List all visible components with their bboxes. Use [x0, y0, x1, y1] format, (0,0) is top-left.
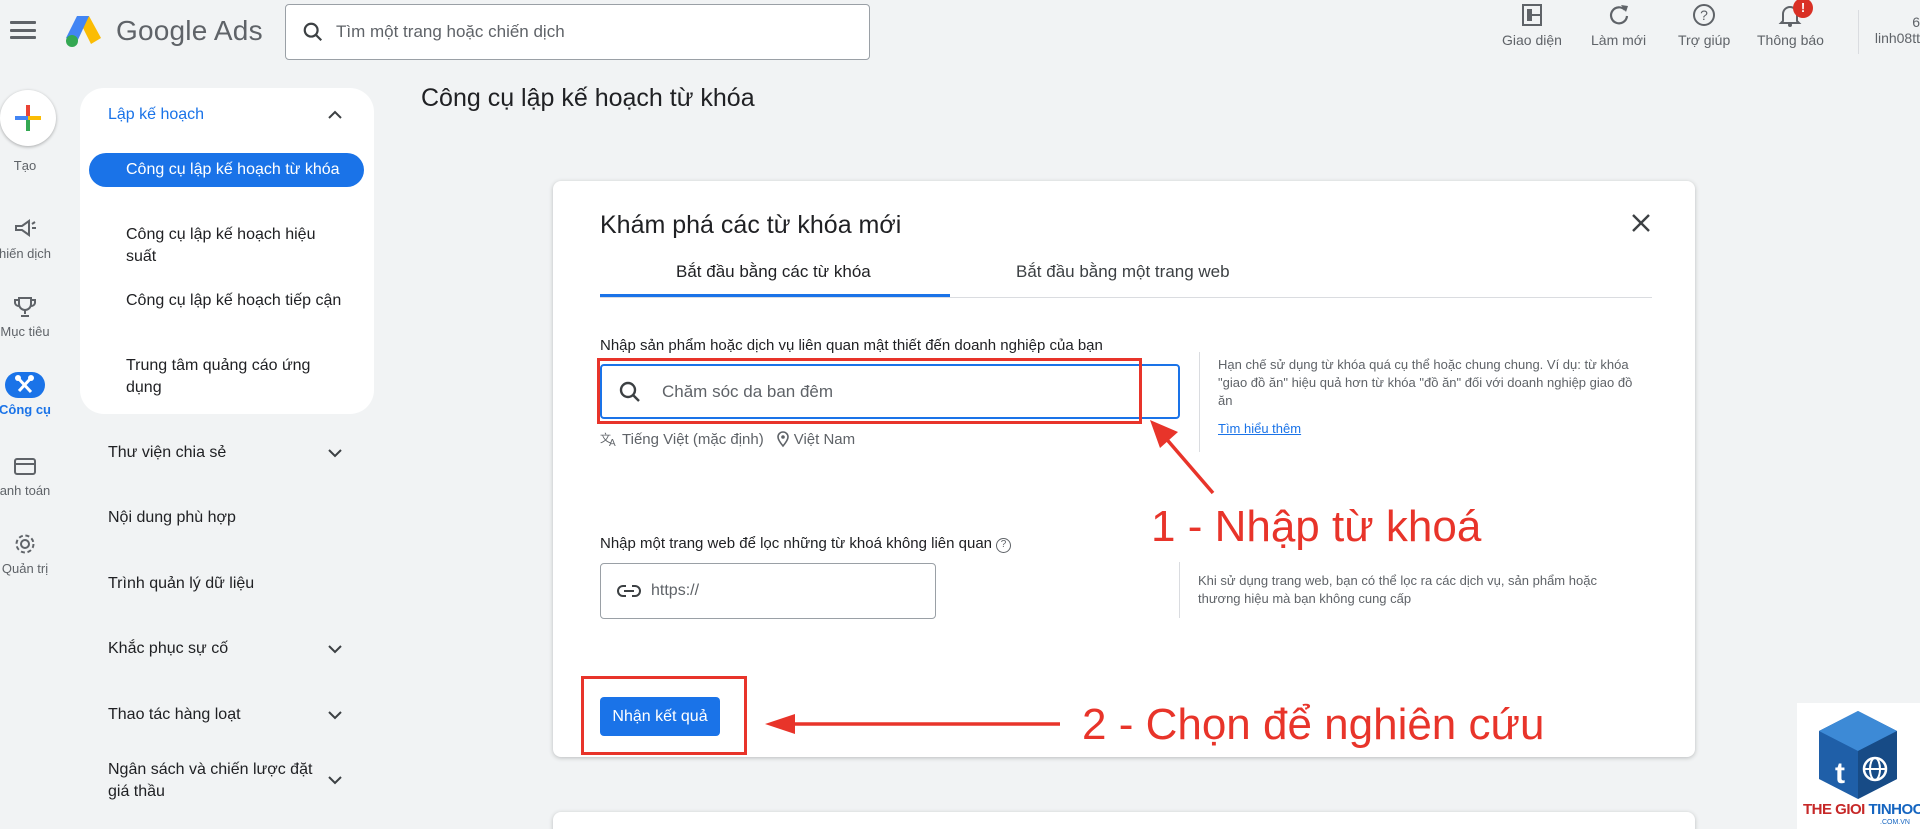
tab-divider	[600, 297, 1652, 298]
location-setting[interactable]: Việt Nam	[776, 430, 855, 448]
megaphone-icon	[15, 219, 36, 237]
help-icon[interactable]: ?	[996, 538, 1012, 553]
notifications-label: Thông báo	[1757, 32, 1824, 48]
keyword-field-label: Nhập sản phẩm hoặc dịch vụ liên quan mật…	[600, 337, 1103, 354]
tab-start-with-website[interactable]: Bắt đầu bằng một trang web	[1016, 262, 1230, 282]
url-input-box[interactable]	[600, 563, 936, 619]
url-field-label-text: Nhập một trang web để lọc những từ khoá …	[600, 535, 993, 552]
watermark-text-blue: TINHOC	[1868, 801, 1920, 818]
rail-item-billing[interactable]: anh toán	[0, 453, 60, 498]
nav-item-data-manager[interactable]: Trình quản lý dữ liệu	[108, 573, 254, 595]
watermark-text: THE GIOI TINHOC	[1803, 801, 1920, 818]
url-hint-divider	[1179, 562, 1180, 618]
translate-icon: 文A	[600, 431, 616, 447]
nav-item-content-suitability[interactable]: Nội dung phù hợp	[108, 507, 236, 529]
targeting-row: 文A Tiếng Việt (mặc định) Việt Nam	[600, 430, 867, 448]
active-tab-indicator	[600, 294, 950, 297]
refresh-label: Làm mới	[1591, 32, 1647, 48]
top-bar: Google Ads Giao diện Làm mới ? Trợ giúp …	[0, 0, 1920, 70]
nav-item-app-ads-hub[interactable]: Trung tâm quảng cáo ứng dụng	[89, 355, 364, 399]
page-title: Công cụ lập kế hoạch từ khóa	[421, 84, 755, 112]
dialog-title: Khám phá các từ khóa mới	[600, 211, 902, 239]
rail-item-admin[interactable]: Quản trị	[0, 531, 60, 576]
results-card	[553, 812, 1695, 829]
appearance-button[interactable]: Giao diện	[1502, 2, 1562, 48]
tab-start-with-keywords[interactable]: Bắt đầu bằng các từ khóa	[676, 262, 871, 282]
search-input[interactable]	[336, 22, 856, 42]
notifications-button[interactable]: ! Thông báo	[1757, 0, 1824, 48]
tools-icon	[15, 375, 34, 394]
chevron-down-icon[interactable]	[326, 444, 344, 462]
help-label: Trợ giúp	[1678, 32, 1731, 48]
brand-name: Google Ads	[116, 15, 263, 46]
create-button[interactable]	[0, 90, 56, 146]
svg-text:?: ?	[1700, 7, 1708, 23]
watermark-domain: .COM.VN	[1880, 819, 1910, 826]
link-icon	[617, 585, 641, 597]
nav-item-troubleshooting[interactable]: Khắc phục sự cố	[108, 638, 228, 660]
refresh-button[interactable]: Làm mới	[1591, 2, 1646, 48]
annotation-step2: 2 - Chọn để nghiên cứu	[1082, 700, 1545, 749]
svg-text:t: t	[1835, 757, 1845, 790]
location-pin-icon	[776, 431, 789, 448]
close-icon[interactable]	[1628, 210, 1654, 236]
language-value: Tiếng Việt (mặc định)	[622, 430, 764, 448]
url-hint: Khi sử dụng trang web, bạn có thể lọc ra…	[1198, 573, 1597, 606]
chevron-down-icon[interactable]	[326, 771, 344, 789]
search-icon	[303, 22, 323, 42]
nav-item-performance-planner[interactable]: Công cụ lập kế hoạch hiệu suất	[89, 224, 364, 268]
refresh-icon	[1609, 5, 1628, 25]
help-icon: ?	[1693, 4, 1716, 26]
account-name: linh08tt	[1874, 30, 1920, 46]
svg-text:A: A	[609, 438, 616, 447]
plus-icon	[15, 105, 41, 131]
hint-divider	[1199, 352, 1200, 452]
account-divider	[1858, 10, 1859, 54]
gear-icon	[15, 534, 35, 554]
chevron-down-icon[interactable]	[326, 640, 344, 658]
chevron-down-icon[interactable]	[326, 706, 344, 724]
url-input[interactable]	[651, 582, 911, 600]
nav-item-reach-planner[interactable]: Công cụ lập kế hoạch tiếp cận	[89, 290, 364, 312]
account-id: 6	[1912, 14, 1920, 30]
google-ads-logo[interactable]	[64, 14, 102, 48]
url-field-label: Nhập một trang web để lọc những từ khoá …	[600, 535, 1012, 553]
nav-item-bulk-actions[interactable]: Thao tác hàng loạt	[108, 704, 241, 726]
chevron-up-icon[interactable]	[326, 106, 344, 124]
learn-more-link[interactable]: Tìm hiểu thêm	[1218, 421, 1301, 436]
account-info[interactable]: 6 linh08tt	[1875, 14, 1920, 46]
watermark-text-red: THE GIOI	[1803, 801, 1865, 818]
annotation-step1: 1 - Nhập từ khoá	[1151, 502, 1482, 551]
rail-create-label: Tạo	[13, 158, 37, 173]
trophy-icon	[14, 297, 36, 317]
search-box[interactable]	[285, 4, 870, 60]
location-value: Việt Nam	[793, 430, 856, 448]
nav-item-keyword-planner[interactable]: Công cụ lập kế hoạch từ khóa	[89, 153, 364, 187]
nav-section-planning[interactable]: Lập kế hoạch	[108, 106, 204, 124]
appearance-label: Giao diện	[1502, 32, 1562, 48]
nav-item-shared-library[interactable]: Thư viện chia sẻ	[108, 442, 226, 464]
help-button[interactable]: ? Trợ giúp	[1678, 2, 1730, 48]
nav-item-budgets-bidding[interactable]: Ngân sách và chiến lược đặt giá thầu	[108, 759, 318, 803]
annotation-box-submit	[581, 676, 747, 755]
notification-badge: !	[1793, 0, 1813, 18]
annotation-box-keyword	[597, 358, 1142, 424]
rail-item-campaigns[interactable]: hiến dịch	[0, 216, 60, 261]
appearance-icon	[1521, 4, 1542, 26]
rail-item-tools[interactable]: Công cụ	[0, 372, 60, 417]
hamburger-menu-icon[interactable]	[10, 18, 36, 42]
keyword-hint: Hạn chế sử dụng từ khóa quá cụ thể hoặc …	[1218, 357, 1633, 408]
language-setting[interactable]: 文A Tiếng Việt (mặc định)	[600, 431, 764, 448]
credit-card-icon	[14, 458, 36, 475]
rail-item-goals[interactable]: Mục tiêu	[0, 294, 60, 339]
watermark-cube-logo: t	[1819, 711, 1897, 799]
